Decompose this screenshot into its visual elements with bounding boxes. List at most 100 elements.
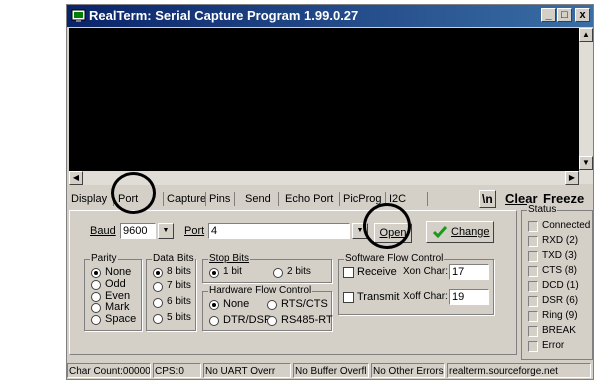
- port-label: Port: [184, 225, 205, 237]
- chevron-down-icon[interactable]: ▼: [158, 223, 174, 239]
- dsr-led: [528, 296, 538, 307]
- tab-echo-port[interactable]: Echo Port: [285, 190, 333, 208]
- tab-send[interactable]: Send: [245, 190, 271, 208]
- data-bits-7-label: 7 bits: [167, 280, 191, 291]
- newline-button[interactable]: \n: [479, 190, 496, 208]
- port-panel: Baud 9600 ▼ Port 4 ▼ Open Change Parity …: [69, 210, 517, 355]
- data-bits-8-radio[interactable]: [153, 268, 163, 278]
- parity-odd-label: Odd: [105, 278, 126, 290]
- txd-led: [528, 251, 538, 262]
- maximize-button[interactable]: □: [557, 8, 572, 22]
- scroll-left-icon[interactable]: ◀: [69, 171, 83, 185]
- hw-flow-none-radio[interactable]: [209, 300, 219, 310]
- cts-label: CTS (8): [542, 265, 577, 276]
- hw-flow-none-label: None: [223, 298, 250, 310]
- stop-bits-1-radio[interactable]: [209, 268, 219, 278]
- data-bits-5-radio[interactable]: [153, 314, 163, 324]
- xoff-label: Xoff Char:: [403, 291, 448, 302]
- scroll-up-icon[interactable]: ▲: [579, 28, 593, 42]
- status-bar: Char Count:0000000 CPS:0 No UART Overr N…: [67, 363, 593, 379]
- xoff-char-input[interactable]: 19: [449, 289, 489, 305]
- ring-label: Ring (9): [542, 310, 578, 321]
- transmit-checkbox[interactable]: [343, 292, 354, 303]
- xon-char-input[interactable]: 17: [449, 264, 489, 280]
- data-bits-6-radio[interactable]: [153, 298, 163, 308]
- tab-separator: [278, 192, 279, 206]
- annotation-circle: [363, 203, 411, 249]
- data-bits-5-label: 5 bits: [167, 312, 191, 323]
- hw-flow-rs485-radio[interactable]: [267, 316, 277, 326]
- uart-status: No UART Overr: [203, 363, 291, 378]
- hw-flow-rs485-label: RS485-RT: [281, 314, 333, 326]
- ring-led: [528, 311, 538, 322]
- stop-bits-group: Stop Bits 1 bit 2 bits: [202, 253, 332, 283]
- dsr-label: DSR (6): [542, 295, 579, 306]
- cts-led: [528, 266, 538, 277]
- scroll-right-icon[interactable]: ▶: [565, 171, 579, 185]
- title-bar[interactable]: RealTerm: Serial Capture Program 1.99.0.…: [67, 5, 593, 27]
- tab-separator: [205, 192, 206, 206]
- error-led: [528, 341, 538, 352]
- change-label: Change: [451, 226, 490, 238]
- parity-none-label: None: [105, 266, 132, 278]
- break-label: BREAK: [542, 325, 576, 336]
- dcd-led: [528, 281, 538, 292]
- terminal-display[interactable]: [69, 28, 579, 171]
- hardware-flow-label: Hardware Flow Control: [208, 285, 313, 296]
- baud-label: Baud: [90, 225, 116, 237]
- site-status: realterm.sourceforge.net: [447, 363, 591, 378]
- data-bits-group: Data Bits 8 bits 7 bits 6 bits 5 bits: [146, 253, 196, 331]
- parity-none-radio[interactable]: [91, 268, 101, 278]
- buffer-status: No Buffer Overfl: [293, 363, 369, 378]
- xon-label: Xon Char:: [403, 266, 449, 277]
- status-label: Status: [527, 204, 558, 215]
- minimize-button[interactable]: _: [541, 8, 556, 22]
- parity-label: Parity: [90, 253, 118, 264]
- break-led: [528, 326, 538, 337]
- data-bits-6-label: 6 bits: [167, 296, 191, 307]
- software-flow-group: Software Flow Control Receive Xon Char: …: [338, 253, 494, 315]
- stop-bits-2-label: 2 bits: [287, 266, 311, 277]
- transmit-label: Transmit: [357, 291, 400, 303]
- cps-status: CPS:0: [153, 363, 201, 378]
- tab-display[interactable]: Display: [71, 190, 107, 208]
- close-button[interactable]: x: [575, 8, 590, 22]
- parity-odd-radio[interactable]: [91, 280, 101, 290]
- window-title: RealTerm: Serial Capture Program 1.99.0.…: [89, 8, 359, 23]
- parity-group: Parity None Odd Even Mark Space: [84, 253, 142, 331]
- checkmark-icon: [433, 226, 447, 239]
- parity-space-label: Space: [105, 313, 137, 325]
- change-button[interactable]: Change: [426, 221, 494, 243]
- receive-checkbox[interactable]: [343, 267, 354, 278]
- tab-separator: [163, 192, 164, 206]
- parity-space-radio[interactable]: [91, 315, 101, 325]
- hardware-flow-group: Hardware Flow Control None RTS/CTS DTR/D…: [202, 285, 333, 331]
- scroll-down-icon[interactable]: ▼: [579, 156, 593, 170]
- baud-select[interactable]: 9600: [120, 223, 156, 239]
- hw-flow-dtrdsr-radio[interactable]: [209, 316, 219, 326]
- receive-label: Receive: [357, 266, 397, 278]
- error-label: Error: [542, 340, 565, 351]
- parity-mark-radio[interactable]: [91, 303, 101, 313]
- app-icon: [71, 9, 86, 22]
- tab-separator: [427, 192, 428, 206]
- software-flow-label: Software Flow Control: [344, 253, 445, 264]
- stop-bits-label: Stop Bits: [208, 253, 251, 264]
- tab-pins[interactable]: Pins: [209, 190, 230, 208]
- data-bits-8-label: 8 bits: [167, 266, 191, 277]
- hw-flow-dtrdsr-label: DTR/DSR: [223, 314, 272, 326]
- char-count-status: Char Count:0000000: [67, 363, 151, 378]
- parity-even-radio[interactable]: [91, 292, 101, 302]
- data-bits-7-radio[interactable]: [153, 282, 163, 292]
- rxd-label: RXD (2): [542, 235, 579, 246]
- status-group: Status Connected RXD (2) TXD (3) CTS (8)…: [521, 204, 593, 360]
- stop-bits-2-radio[interactable]: [273, 268, 283, 278]
- annotation-circle: [111, 172, 156, 214]
- tab-capture[interactable]: Capture: [167, 190, 206, 208]
- dcd-label: DCD (1): [542, 280, 579, 291]
- hw-flow-rtscts-radio[interactable]: [267, 300, 277, 310]
- vertical-scrollbar[interactable]: ▲ ▼: [579, 28, 593, 184]
- port-select[interactable]: 4: [208, 223, 350, 239]
- data-bits-label: Data Bits: [152, 253, 195, 264]
- tab-separator: [339, 192, 340, 206]
